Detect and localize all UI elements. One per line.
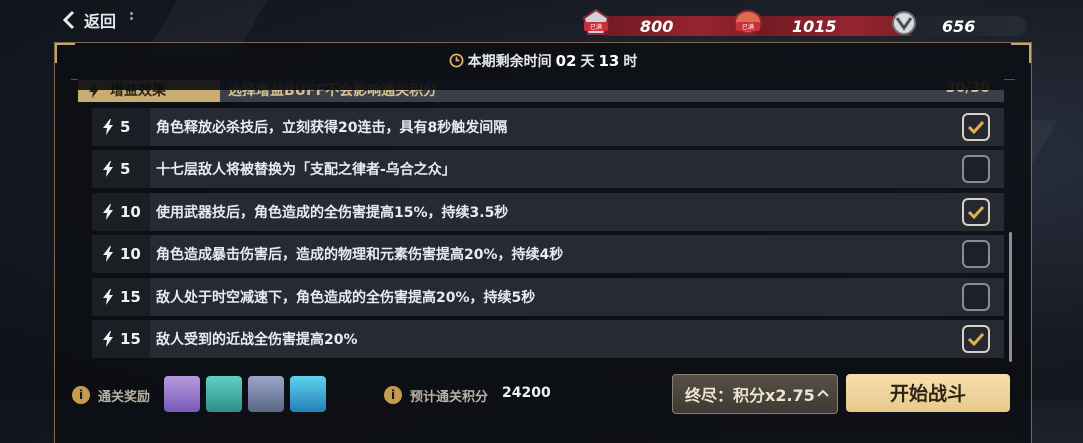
lightning-icon [103,246,113,262]
buff-cost-value: 10 [120,245,141,263]
buff-cost: 10 [92,235,150,273]
start-battle-label: 开始战斗 [890,383,967,405]
clock-icon [449,53,464,68]
info-icon[interactable]: i [72,386,90,404]
lightning-icon [103,289,113,305]
scrollbar[interactable] [1009,232,1012,362]
buff-cost-value: 5 [120,118,131,136]
bottom-bar: i 通关奖励 i 预计通关积分 24200 终尽：积分x2.75 开始战斗 [0,372,1083,414]
buff-cost-value: 15 [120,330,141,348]
difficulty-label: 终尽：积分x2.75 [685,386,815,405]
gray-character-icon[interactable] [248,376,284,412]
buff-cost: 5 [92,150,150,188]
info-icon[interactable]: i [384,386,402,404]
resource-value: 656 [942,17,976,36]
buff-row[interactable]: 5 角色释放必杀技后，立刻获得20连击，具有8秒触发间隔 [92,108,1004,146]
expected-score-value: 24200 [502,385,551,401]
lightning-icon [103,119,113,135]
buff-row[interactable]: 15 敌人受到的近战全伤害提高20% [92,320,1004,358]
blue-crystal-icon[interactable] [290,376,326,412]
timer-prefix: 本期剩余时间 [467,54,552,70]
buff-cost-value: 5 [120,160,131,178]
resource-value: 800 [640,17,674,36]
buff-row[interactable]: 15 敌人处于时空减速下，角色造成的全伤害提高20%，持续5秒 [92,278,1004,316]
back-label: 返回 [84,12,117,31]
timer-days: 02 [555,52,577,70]
buff-description: 角色释放必杀技后，立刻获得20连击，具有8秒触发间隔 [156,120,508,136]
buff-description: 使用武器技后，角色造成的全伤害提高15%，持续3.5秒 [156,205,509,221]
white-emblem-icon [892,11,916,35]
buff-checkbox[interactable] [962,113,990,141]
scroll-clip [78,78,1004,90]
buff-row[interactable]: 10 角色造成暴击伤害后，造成的物理和元素伤害提高20%，持续4秒 [92,235,1004,273]
red-chip-icon: 已满 [734,10,762,34]
timer-days-unit: 天 [580,54,595,70]
separator-dots [130,10,136,24]
buff-cost: 5 [92,108,150,146]
start-battle-button[interactable]: 开始战斗 [846,374,1010,412]
buff-checkbox[interactable] [962,283,990,311]
buff-description: 角色造成暴击伤害后，造成的物理和元素伤害提高20%，持续4秒 [156,247,564,263]
green-orb-icon[interactable] [206,376,242,412]
difficulty-select-button[interactable]: 终尽：积分x2.75 [672,374,838,414]
season-timer: 本期剩余时间 02 天 13 时 [55,51,1031,71]
rewards-label: 通关奖励 [98,390,151,405]
checkmark-icon [967,332,985,347]
buff-checkbox[interactable] [962,155,990,183]
red-crystal-icon: 已满 [582,8,610,35]
full-badge: 已满 [590,23,602,31]
resource-value: 1015 [792,17,837,36]
lightning-icon [103,204,113,220]
chevron-left-icon [62,10,75,30]
buff-cost: 10 [92,193,150,231]
buff-checkbox[interactable] [962,198,990,226]
full-badge: 已满 [742,23,754,31]
buff-checkbox[interactable] [962,240,990,268]
lightning-icon [103,161,113,177]
top-bar: 返回 已满 800 已满 1015 656 [0,0,1083,42]
buff-cost: 15 [92,320,150,358]
back-button[interactable]: 返回 [62,6,133,34]
buff-description: 十七层敌人将被替换为「支配之律者-乌合之众」 [156,162,456,178]
expected-score-label: 预计通关积分 [410,390,489,405]
buff-row[interactable]: 5 十七层敌人将被替换为「支配之律者-乌合之众」 [92,150,1004,188]
buff-description: 敌人受到的近战全伤害提高20% [156,332,358,348]
chevron-up-icon [817,389,829,397]
buff-cost-value: 10 [120,203,141,221]
timer-hours: 13 [598,52,620,70]
buff-cost: 15 [92,278,150,316]
buff-cost-value: 15 [120,288,141,306]
buff-row[interactable]: 10 使用武器技后，角色造成的全伤害提高15%，持续3.5秒 [92,193,1004,231]
purple-character-icon[interactable] [164,376,200,412]
lightning-icon [103,331,113,347]
checkmark-icon [967,205,985,220]
checkmark-icon [967,120,985,135]
buff-description: 敌人处于时空减速下，角色造成的全伤害提高20%，持续5秒 [156,290,536,306]
buff-checkbox[interactable] [962,325,990,353]
timer-hours-unit: 时 [623,54,638,70]
